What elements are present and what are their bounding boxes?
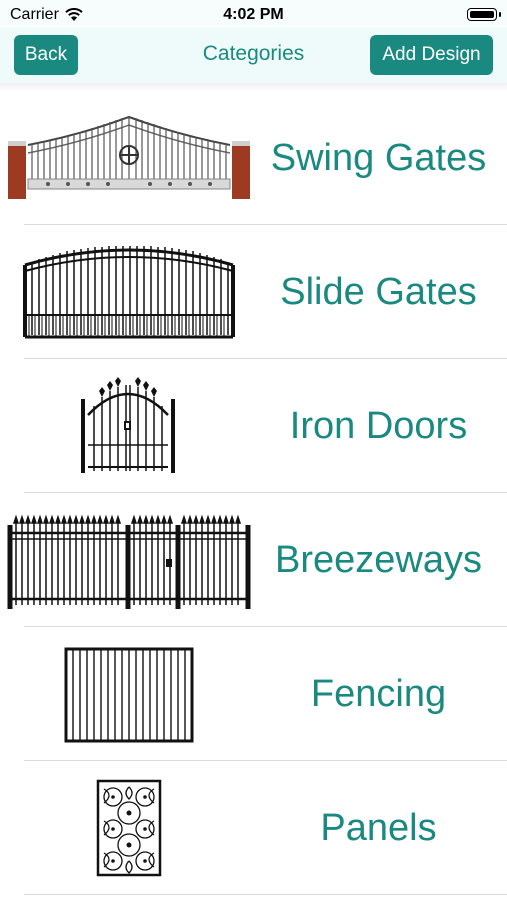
category-label: Slide Gates bbox=[280, 270, 477, 313]
category-row-swing-gates[interactable]: Swing Gates bbox=[0, 91, 507, 225]
category-list: Swing Gates Slide Gates Iron Doors Breez… bbox=[0, 91, 507, 895]
add-design-button[interactable]: Add Design bbox=[370, 35, 493, 75]
category-label: Fencing bbox=[310, 672, 447, 715]
category-row-slide-gates[interactable]: Slide Gates bbox=[0, 225, 507, 359]
category-label: Breezeways bbox=[275, 538, 482, 581]
row-divider bbox=[24, 894, 507, 895]
category-row-breezeways[interactable]: Breezeways bbox=[0, 493, 507, 627]
swing-gate-icon bbox=[8, 115, 250, 199]
category-row-iron-doors[interactable]: Iron Doors bbox=[0, 359, 507, 493]
status-time: 4:02 PM bbox=[223, 6, 284, 23]
breezeway-icon bbox=[7, 514, 251, 609]
fence-panel-icon bbox=[64, 647, 194, 743]
slide-gate-icon bbox=[23, 246, 235, 339]
decorative-panel-icon bbox=[96, 779, 162, 877]
nav-shadow bbox=[0, 83, 507, 91]
status-bar: Carrier 4:02 PM bbox=[0, 0, 507, 28]
category-label: Swing Gates bbox=[270, 136, 487, 179]
battery-tip bbox=[499, 12, 501, 17]
navigation-bar: Back Categories Add Design bbox=[0, 28, 507, 83]
category-label: Iron Doors bbox=[289, 404, 468, 447]
category-label: Panels bbox=[320, 806, 437, 849]
category-row-panels[interactable]: Panels bbox=[0, 761, 507, 895]
category-row-fencing[interactable]: Fencing bbox=[0, 627, 507, 761]
battery-icon bbox=[467, 8, 497, 21]
iron-door-icon bbox=[81, 377, 175, 473]
